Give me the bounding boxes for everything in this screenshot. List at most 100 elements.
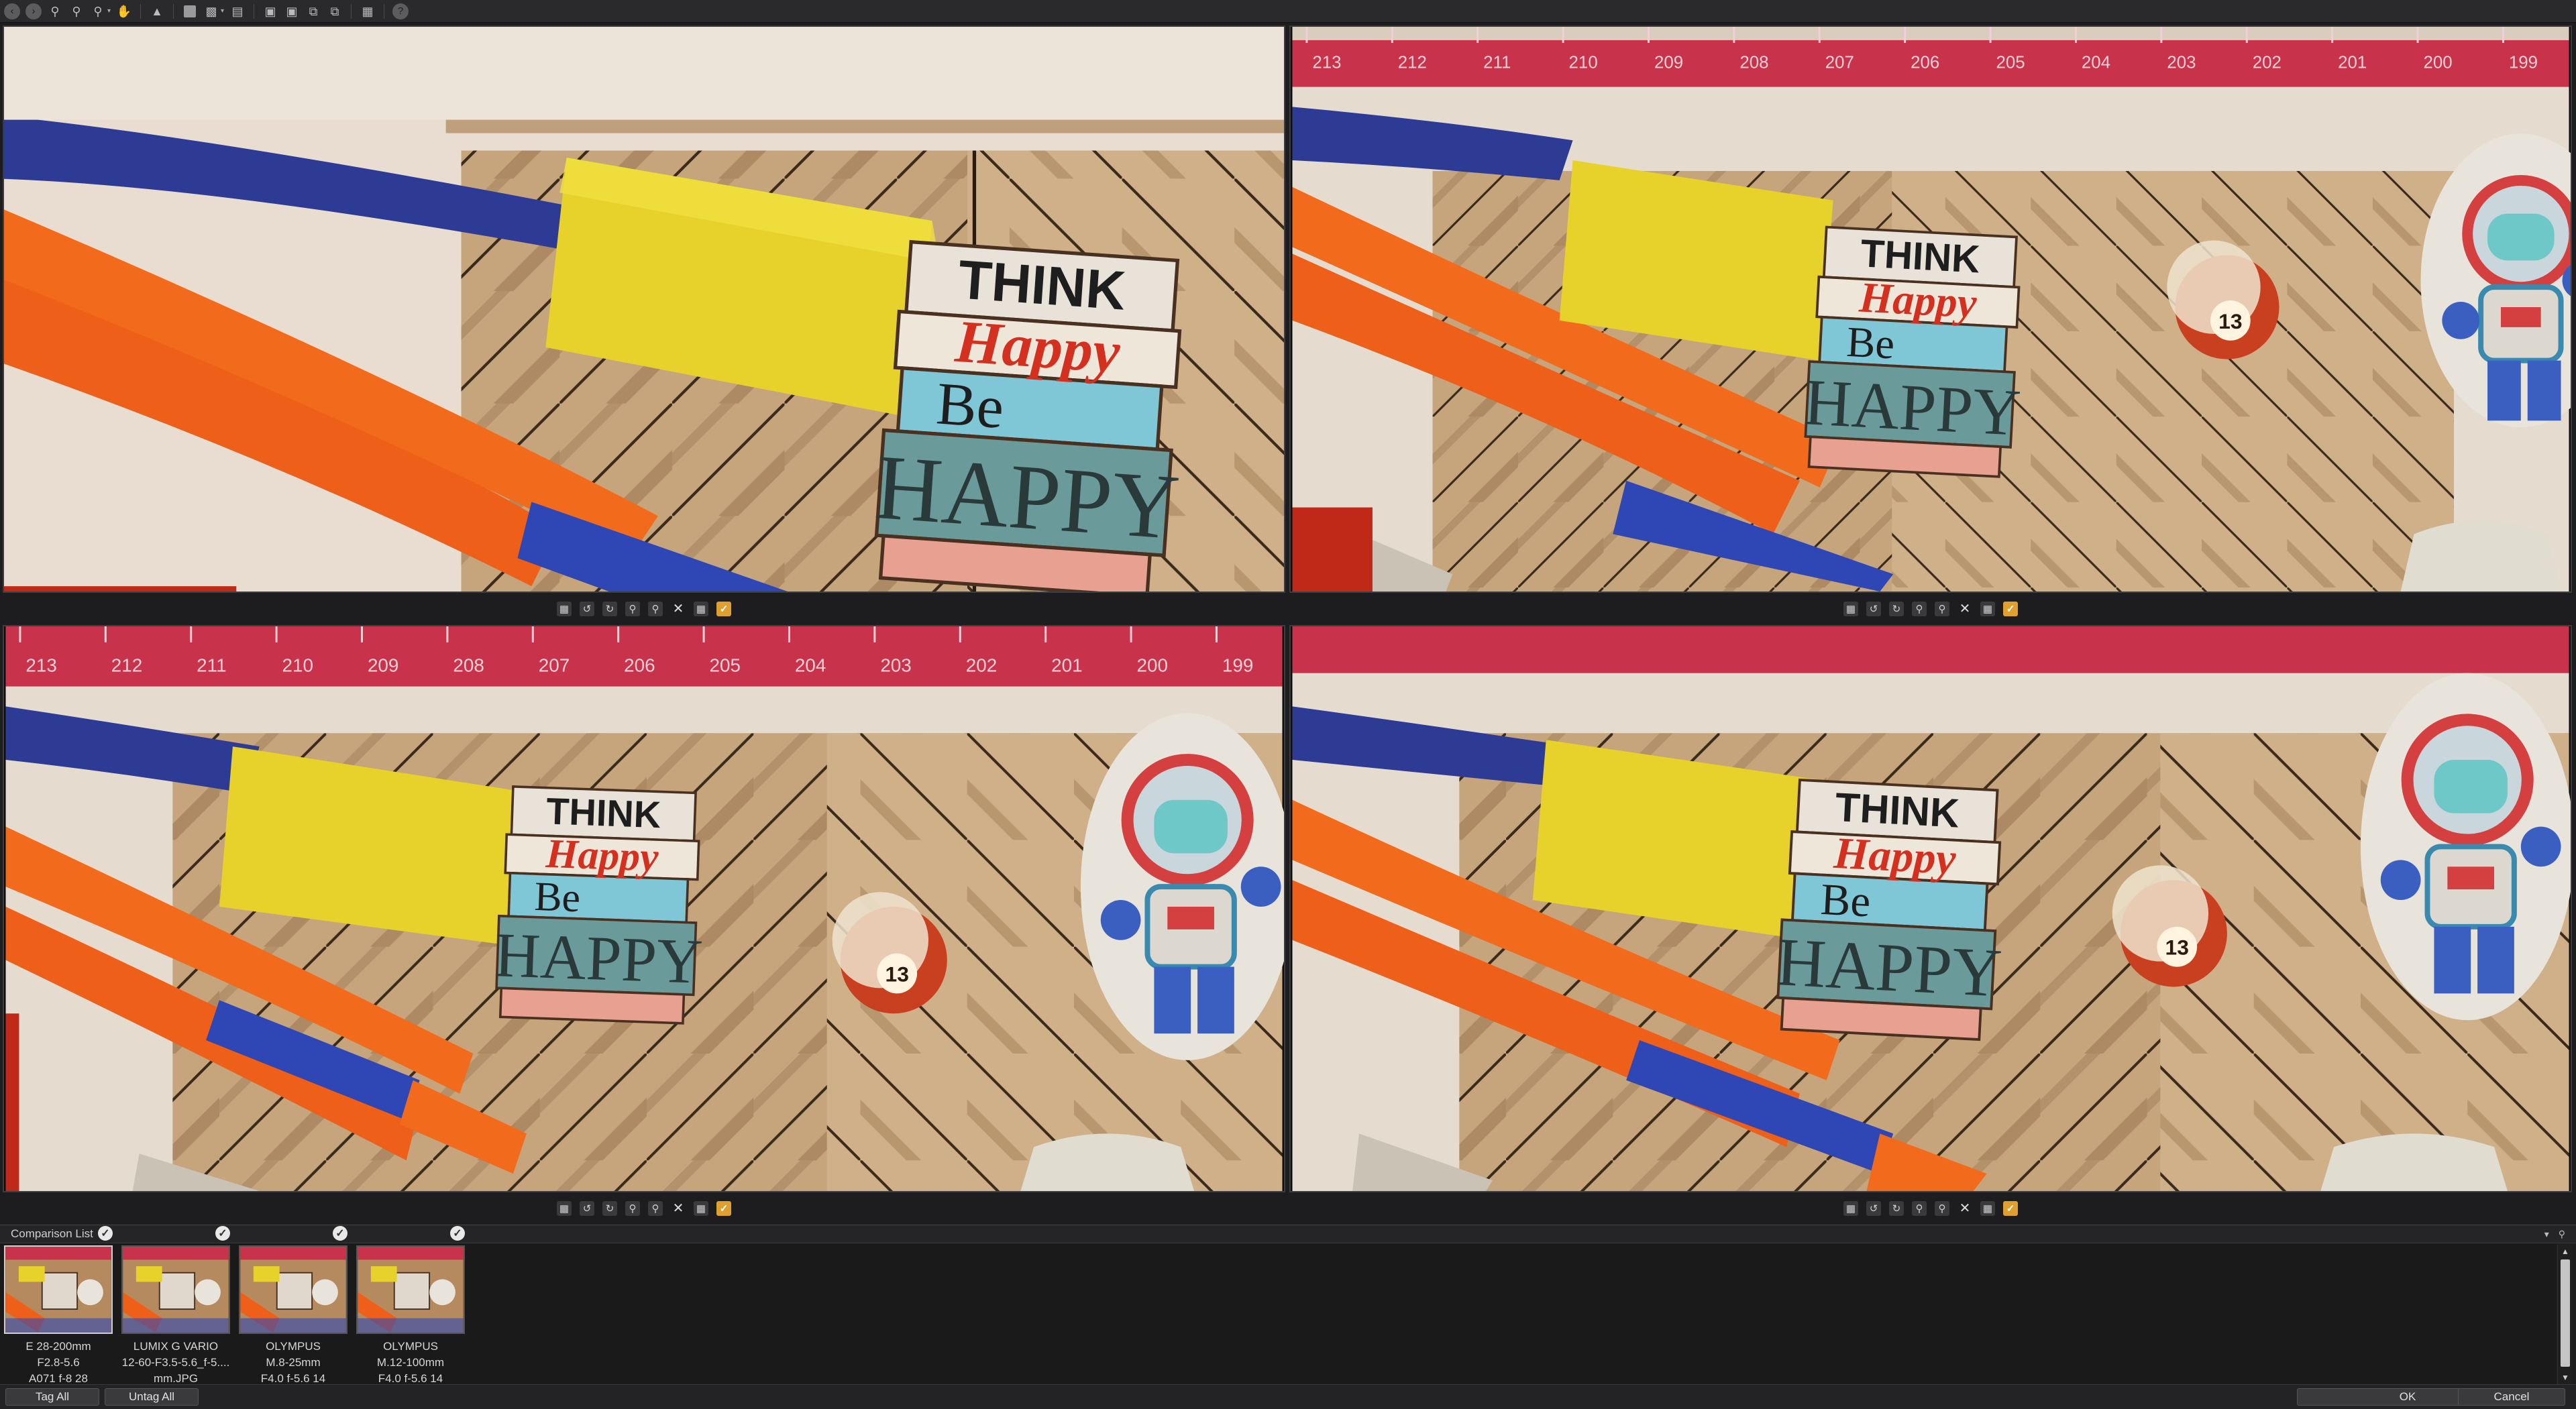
zoom-out-icon[interactable]: ⚲ — [1935, 602, 1949, 616]
save-icon[interactable]: ▦ — [1843, 602, 1858, 616]
back-icon[interactable]: ‹ — [4, 3, 20, 19]
rotate-right-icon[interactable]: ↻ — [602, 602, 617, 616]
ruler-tick — [2416, 27, 2419, 43]
grid-icon[interactable]: ▦ — [694, 1201, 708, 1216]
ruler-tick — [702, 626, 705, 642]
ruler-tick — [531, 626, 534, 642]
zoom-dropdown-chevron-icon[interactable]: ▾ — [107, 7, 111, 15]
check-icon[interactable]: ✓ — [716, 1201, 731, 1216]
zoom-in-icon[interactable]: ⚲ — [625, 1201, 640, 1216]
ruler-number: 208 — [1739, 54, 1768, 72]
sign-think: THINK — [545, 789, 661, 836]
ruler-tick — [617, 626, 620, 642]
zoom-in-icon[interactable]: ⚲ — [625, 602, 640, 616]
rotate-right-icon[interactable]: ↻ — [1889, 1201, 1904, 1216]
close-icon[interactable]: ✕ — [1957, 1201, 1972, 1216]
check-icon[interactable]: ✓ — [716, 602, 731, 616]
zoom-out-icon[interactable]: ⚲ — [648, 602, 663, 616]
thumbnail-checked-icon[interactable]: ✓ — [215, 1226, 230, 1241]
check-icon[interactable]: ✓ — [2003, 1201, 2018, 1216]
compare-icon[interactable]: ⧉ — [305, 3, 321, 19]
camera-icon[interactable]: ▣ — [284, 3, 300, 19]
comparison-list-title: Comparison List — [11, 1227, 93, 1240]
square-icon[interactable] — [182, 3, 198, 19]
ruler-number: 202 — [966, 655, 997, 676]
highlight-icon[interactable]: ▲ — [149, 3, 165, 19]
stack-icon[interactable]: ⧉ — [327, 3, 343, 19]
rotate-left-icon[interactable]: ↺ — [580, 602, 594, 616]
collapse-chevron-icon[interactable]: ▾ — [2544, 1229, 2549, 1240]
help-icon[interactable]: ? — [392, 3, 409, 19]
rotate-left-icon[interactable]: ↺ — [1866, 1201, 1881, 1216]
close-icon[interactable]: ✕ — [1957, 602, 1972, 616]
zoom-out-icon[interactable]: ⚲ — [68, 3, 85, 19]
rotate-right-icon[interactable]: ↻ — [602, 1201, 617, 1216]
pin-icon[interactable]: ⚲ — [2559, 1229, 2565, 1240]
ruler-tick — [1989, 27, 1992, 43]
thumbnail-caption: OLYMPUS M.12-100mm F4.0 f-5.6 14 — [376, 1340, 445, 1385]
untag-all-button[interactable]: Untag All — [105, 1388, 199, 1406]
grid-icon[interactable]: ▦ — [360, 3, 376, 19]
thumbnail-caption: E 28-200mm F2.8-5.6 A071 f-8 28 — [25, 1340, 91, 1385]
check-icon[interactable]: ✓ — [2003, 602, 2018, 616]
ruler-number: 207 — [1825, 54, 1854, 72]
image-pane-3[interactable]: 213 212 211 210 209 208 207 206 205 204 203 202 201 2… — [3, 625, 1285, 1192]
zoom-in-icon[interactable]: ⚲ — [1912, 1201, 1927, 1216]
zoom-in-icon[interactable]: ⚲ — [1912, 602, 1927, 616]
window-icon[interactable]: ▣ — [262, 3, 278, 19]
sign-happy: HAPPY — [1774, 924, 2003, 1011]
photo-3: 213 212 211 210 209 208 207 206 205 204 203 202 201 2… — [5, 626, 1284, 1191]
rotate-left-icon[interactable]: ↺ — [1866, 602, 1881, 616]
photo-1 — [4, 27, 1284, 591]
ruler-tick — [1733, 27, 1735, 43]
zoom-in-icon[interactable]: ⚲ — [47, 3, 63, 19]
scrollbar-thumb[interactable] — [2561, 1259, 2570, 1367]
image-pane-2[interactable]: 213 212 211 210 209 208 207 206 205 204 203 202 201 2… — [1289, 25, 2572, 593]
ruler-tick — [1477, 27, 1479, 43]
image-pane-1[interactable] — [3, 25, 1285, 593]
image-pane-4[interactable]: THINK Happy Be HAPPY 13 — [1289, 625, 2572, 1192]
scroll-up-icon[interactable]: ▲ — [2558, 1245, 2573, 1258]
rotate-left-icon[interactable]: ↺ — [580, 1201, 594, 1216]
close-icon[interactable]: ✕ — [671, 1201, 686, 1216]
grid-icon[interactable]: ▦ — [694, 602, 708, 616]
zoom-out-icon[interactable]: ⚲ — [648, 1201, 663, 1216]
toolbar-divider — [140, 3, 142, 19]
grid-icon[interactable]: ▦ — [1980, 1201, 1995, 1216]
save-icon[interactable]: ▦ — [1843, 1201, 1858, 1216]
forward-icon[interactable]: › — [25, 3, 42, 19]
thumbnail-scrollbar[interactable]: ▲ ▼ — [2557, 1245, 2573, 1384]
ruler-tick — [1648, 27, 1650, 43]
thumbnail-caption: OLYMPUS M.8-25mm F4.0 f-5.6 14 — [260, 1340, 326, 1385]
pane-toolbar-2: ▦ ↺ ↻ ⚲ ⚲ ✕ ▦ ✓ — [1289, 596, 2572, 622]
grid-icon[interactable]: ▦ — [1980, 602, 1995, 616]
ruler-tick — [1130, 626, 1132, 642]
ruler-number: 209 — [1654, 54, 1683, 72]
thumbnail-checked-icon[interactable]: ✓ — [450, 1226, 465, 1241]
thumbnail-image — [121, 1245, 230, 1334]
comparison-list-header: Comparison List ▾ ⚲ — [0, 1225, 2576, 1243]
thumbnail-checked-icon[interactable]: ✓ — [333, 1226, 347, 1241]
zoom-out-icon[interactable]: ⚲ — [1935, 1201, 1949, 1216]
ruler-number: 204 — [795, 655, 826, 676]
ruler-tick — [361, 626, 363, 642]
save-icon[interactable]: ▦ — [557, 602, 572, 616]
histogram-dropdown-chevron-icon[interactable]: ▾ — [221, 7, 224, 15]
zoom-fit-icon[interactable]: ⚲ — [90, 3, 106, 19]
thumbnail-checked-icon[interactable]: ✓ — [98, 1226, 113, 1241]
ruler-tick — [1904, 27, 1907, 43]
ruler-number: 210 — [1569, 54, 1598, 72]
hand-icon[interactable]: ✋ — [116, 3, 132, 19]
ruler-number: 212 — [111, 655, 142, 676]
ruler-tick — [1818, 27, 1821, 43]
ruler-number: 213 — [25, 655, 56, 676]
ruler-tick — [19, 626, 21, 642]
save-icon[interactable]: ▦ — [557, 1201, 572, 1216]
close-icon[interactable]: ✕ — [671, 602, 686, 616]
histogram-icon[interactable]: ▩ — [203, 3, 219, 19]
cancel-button[interactable]: Cancel — [2458, 1388, 2565, 1406]
layout-icon[interactable]: ▤ — [229, 3, 246, 19]
rotate-right-icon[interactable]: ↻ — [1889, 602, 1904, 616]
scroll-down-icon[interactable]: ▼ — [2558, 1371, 2573, 1384]
tag-all-button[interactable]: Tag All — [5, 1388, 99, 1406]
